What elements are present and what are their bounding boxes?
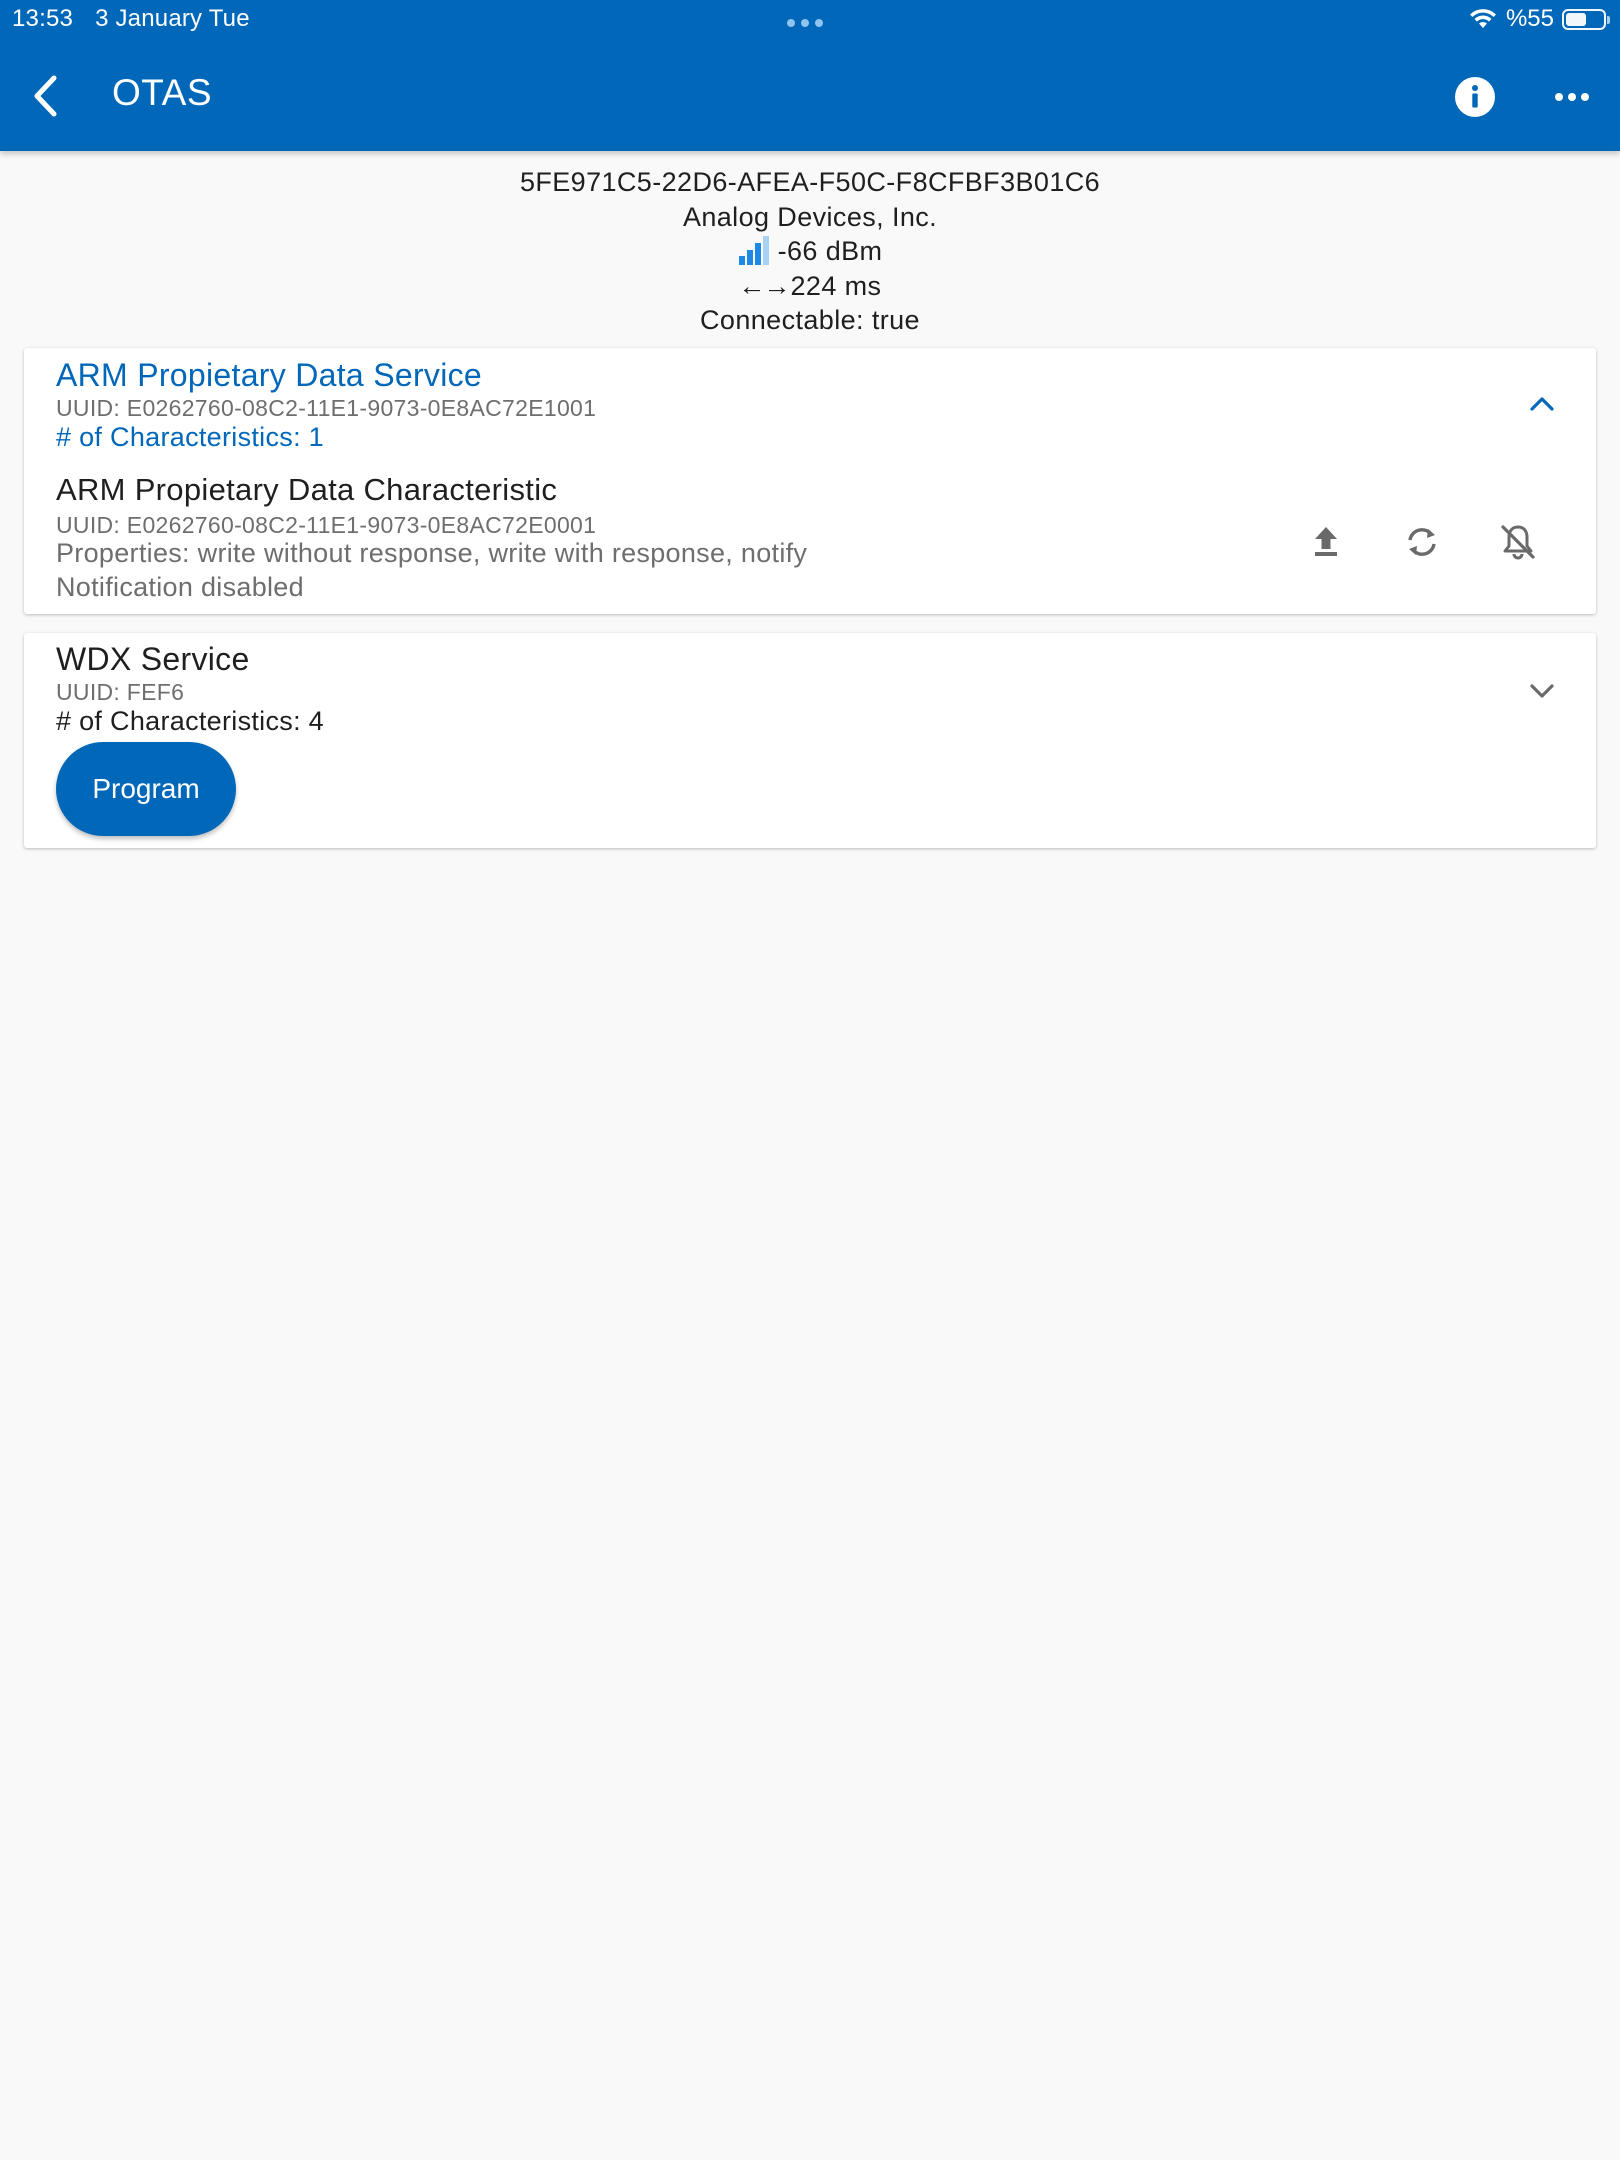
multitasking-icon[interactable]: [787, 19, 823, 27]
manufacturer-name: Analog Devices, Inc.: [682, 201, 938, 232]
app-bar: 13:53 3 January Tue %55 OTAS: [0, 0, 1620, 151]
status-bar-right: %55: [1468, 5, 1610, 33]
service-name[interactable]: ARM Propietary Data Service: [56, 357, 482, 394]
interval-value: 224 ms: [790, 270, 882, 301]
rssi-value: -66 dBm: [777, 236, 883, 266]
signal-strength-icon: [738, 236, 769, 266]
notifications-off-icon[interactable]: [1494, 518, 1542, 566]
battery-icon: [1562, 8, 1610, 30]
page-title: OTAS: [112, 72, 212, 113]
status-bar-left: 13:53 3 January Tue: [12, 5, 250, 33]
characteristic-name: ARM Propietary Data Characteristic: [56, 472, 558, 507]
service-card-arm[interactable]: ARM Propietary Data Service UUID: E02627…: [24, 348, 1596, 614]
rssi-row: -66 dBm: [0, 234, 1620, 269]
upload-icon[interactable]: [1302, 518, 1350, 566]
battery-percent: %55: [1505, 5, 1554, 32]
service-uuid: UUID: E0262760-08C2-11E1-9073-0E8AC72E10…: [56, 395, 597, 421]
back-button[interactable]: [26, 74, 66, 118]
chevron-down-icon[interactable]: [1524, 673, 1560, 709]
interval-arrows-icon: ←→: [738, 270, 791, 301]
notification-status: Notification disabled: [56, 572, 304, 602]
characteristic-properties: Properties: write without response, writ…: [56, 538, 808, 568]
connectable-status: Connectable: true: [700, 305, 920, 335]
program-button[interactable]: Program: [56, 742, 236, 836]
service-uuid: UUID: FEF6: [56, 679, 185, 705]
device-info: 5FE971C5-22D6-AFEA-F50C-F8CFBF3B01C6 Ana…: [0, 165, 1620, 338]
wifi-icon: [1469, 9, 1496, 28]
interval-row: ←→ 224 ms: [0, 269, 1620, 304]
chevron-left-icon: [34, 75, 57, 117]
characteristics-count: # of Characteristics: 1: [56, 422, 325, 452]
chevron-up-icon[interactable]: [1524, 386, 1560, 422]
status-time: 13:53: [12, 5, 74, 32]
refresh-icon[interactable]: [1398, 518, 1446, 566]
status-date: 3 January Tue: [95, 5, 250, 32]
characteristic-uuid: UUID: E0262760-08C2-11E1-9073-0E8AC72E00…: [56, 512, 597, 538]
service-card-wdx[interactable]: WDX Service UUID: FEF6 # of Characterist…: [24, 633, 1596, 848]
info-icon[interactable]: [1455, 77, 1495, 117]
service-name[interactable]: WDX Service: [56, 641, 250, 678]
characteristics-count: # of Characteristics: 4: [56, 706, 325, 736]
device-id: 5FE971C5-22D6-AFEA-F50C-F8CFBF3B01C6: [519, 167, 1101, 197]
more-options-icon[interactable]: [1555, 87, 1589, 107]
